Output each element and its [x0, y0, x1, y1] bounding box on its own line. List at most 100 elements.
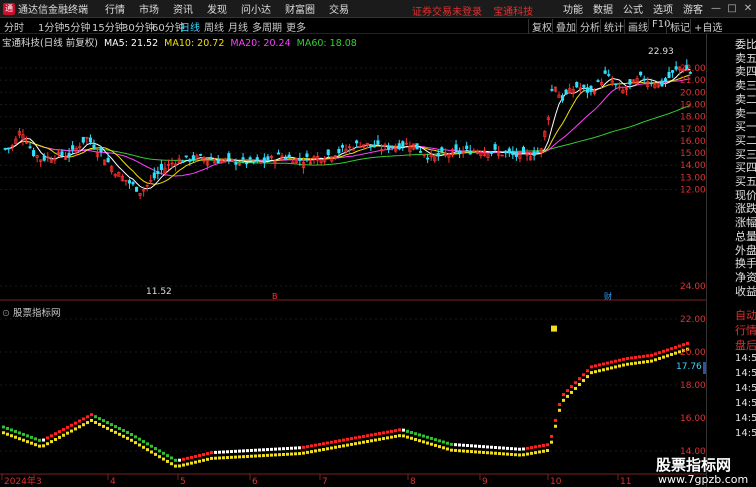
period-15min[interactable]: 15分钟 — [92, 19, 125, 34]
period-5min[interactable]: 5分钟 — [64, 19, 90, 34]
login-status[interactable]: 证券交易未登录 — [412, 7, 482, 18]
menu-trade[interactable]: 交易 — [329, 1, 349, 16]
maximize-button[interactable]: □ — [726, 3, 738, 14]
indicator-tick-label: 18.00 — [680, 381, 706, 391]
indicator-dot — [554, 418, 557, 422]
indicator-dot-yellow — [226, 456, 229, 460]
title-bar: 通 通达信金融终端 行情 市场 资讯 发现 问小达 财富圈 交易 证券交易未登录… — [0, 0, 756, 18]
menu-formula[interactable]: 公式 — [623, 1, 643, 16]
indicator-dot-yellow — [586, 375, 589, 379]
indicator-dot-yellow — [230, 455, 233, 459]
period-daily[interactable]: 日线 — [180, 19, 200, 34]
candle-body — [156, 171, 160, 175]
menu-quotes[interactable]: 行情 — [105, 1, 125, 16]
indicator-dot-yellow — [290, 452, 293, 456]
indicator-dot-yellow — [522, 453, 525, 457]
candle-body — [514, 152, 518, 157]
menu-wealth[interactable]: 财富圈 — [285, 1, 315, 16]
tool-overlay[interactable]: 叠加 — [552, 19, 576, 34]
indicator-dot — [518, 447, 521, 451]
indicator-dot — [290, 446, 293, 450]
period-30min[interactable]: 30分钟 — [122, 19, 155, 34]
indicator-dot — [162, 451, 165, 455]
menu-guest[interactable]: 游客 — [683, 1, 703, 16]
indicator-dot — [86, 415, 89, 419]
indicator-dot — [58, 430, 61, 434]
indicator-dot — [658, 351, 661, 355]
tool-add-favorite[interactable]: +自选 — [690, 19, 722, 34]
indicator-dot — [466, 444, 469, 448]
indicator-toggle-icon[interactable]: ⊙ — [2, 308, 10, 319]
indicator-dot-yellow — [662, 355, 665, 359]
indicator-dot-yellow — [518, 453, 521, 457]
side-panel-tab[interactable]: 盘后 — [735, 337, 756, 353]
indicator-dot-yellow — [514, 453, 517, 457]
indicator-dot — [506, 446, 509, 450]
indicator-dot-yellow — [298, 452, 301, 456]
indicator-dot-yellow — [598, 369, 601, 373]
indicator-dot-yellow — [398, 434, 401, 438]
period-monthly[interactable]: 月线 — [228, 19, 248, 34]
minimize-button[interactable]: — — [710, 3, 722, 14]
indicator-dot — [126, 431, 129, 435]
indicator-dot-yellow — [306, 450, 309, 454]
indicator-dot-yellow — [142, 445, 145, 449]
period-1min[interactable]: 1分钟 — [38, 19, 64, 34]
kline-chart[interactable]: 22.00 21.00 20.00 19.00 18.00 17.00 16.00 15.00… — [0, 34, 706, 487]
date-tick-label: 6 — [252, 477, 258, 487]
candle-body — [298, 158, 302, 161]
indicator-dot-yellow — [94, 420, 97, 424]
indicator-dot-yellow — [34, 443, 37, 447]
side-panel-time: 14:50 — [735, 413, 756, 424]
indicator-dot-yellow — [390, 435, 393, 439]
tool-analysis[interactable]: 分析 — [576, 19, 600, 34]
indicator-dot — [234, 449, 237, 453]
candle-body — [575, 82, 579, 88]
candle-body — [106, 157, 110, 163]
menu-news[interactable]: 资讯 — [173, 1, 193, 16]
indicator-dot — [110, 423, 113, 427]
indicator-dot — [586, 369, 589, 373]
indicator-dot-yellow — [634, 361, 637, 365]
indicator-dot-yellow — [470, 450, 473, 454]
indicator-dot-yellow — [158, 455, 161, 459]
indicator-dot — [458, 443, 461, 447]
indicator-dot-yellow — [2, 431, 5, 435]
close-button[interactable]: ✕ — [742, 3, 754, 14]
indicator-dot-yellow — [386, 436, 389, 440]
period-intraday[interactable]: 分时 — [4, 19, 24, 34]
candle-body — [127, 180, 132, 184]
menu-ask[interactable]: 问小达 — [241, 1, 271, 16]
tool-draw[interactable]: 画线 — [624, 19, 648, 34]
price-tick-label: 16.00 — [680, 137, 706, 147]
indicator-dot — [558, 403, 561, 407]
date-tick-label: 9 — [482, 477, 488, 487]
side-panel-tab[interactable]: 行情 — [735, 322, 756, 338]
period-weekly[interactable]: 周线 — [204, 19, 224, 34]
indicator-dot — [298, 446, 301, 450]
menu-discover[interactable]: 发现 — [207, 1, 227, 16]
menu-market[interactable]: 市场 — [139, 1, 159, 16]
app-title: 通达信金融终端 — [18, 5, 88, 16]
tool-adjust[interactable]: 复权 — [528, 19, 552, 34]
tool-mark[interactable]: 标记 — [666, 19, 690, 34]
menu-data[interactable]: 数据 — [593, 1, 613, 16]
side-panel-tab[interactable]: 自动 — [735, 307, 756, 323]
indicator-dot-yellow — [150, 450, 153, 454]
indicator-dot — [426, 435, 429, 439]
indicator-dot-yellow — [294, 452, 297, 456]
tool-stats[interactable]: 统计 — [600, 19, 624, 34]
indicator-dot-yellow — [222, 456, 225, 460]
indicator-dot-yellow — [446, 447, 449, 451]
indicator-dot-yellow — [242, 455, 245, 459]
indicator-dot-yellow — [254, 454, 257, 458]
menu-options[interactable]: 选项 — [653, 1, 673, 16]
date-tick-label: 3 — [36, 477, 42, 487]
indicator-dot — [522, 447, 525, 451]
period-more[interactable]: 更多 — [286, 19, 306, 34]
period-multi[interactable]: 多周期 — [252, 19, 282, 34]
indicator-dot — [182, 457, 185, 461]
menu-function[interactable]: 功能 — [563, 1, 583, 16]
indicator-dot-yellow — [534, 451, 537, 455]
indicator-dot — [670, 347, 673, 351]
